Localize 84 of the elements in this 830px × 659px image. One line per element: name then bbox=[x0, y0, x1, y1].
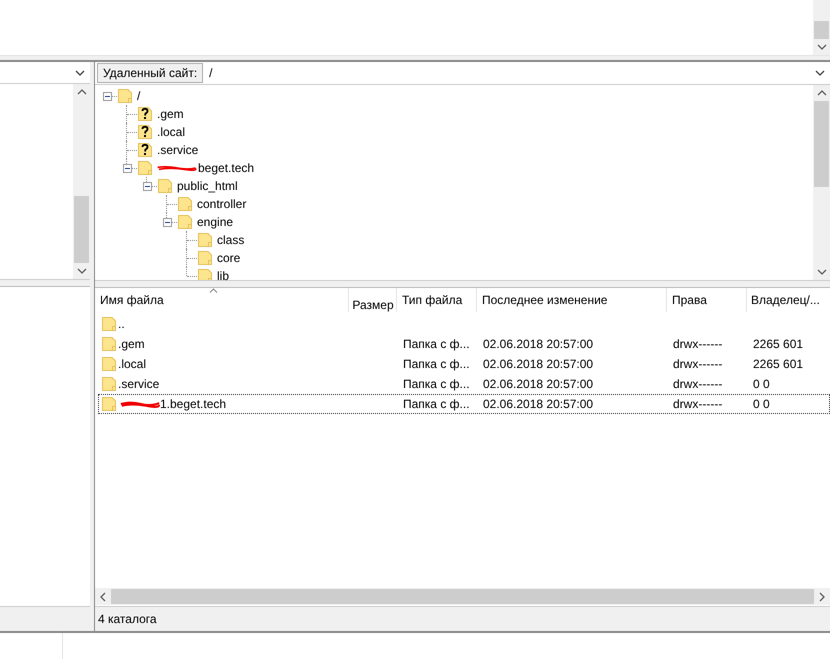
table-cell: 02.06.2018 20:57:00 bbox=[483, 337, 594, 351]
question-folder-icon bbox=[137, 106, 153, 122]
collapse-toggle[interactable] bbox=[142, 182, 152, 190]
collapse-toggle[interactable] bbox=[122, 164, 132, 172]
question-folder-icon bbox=[137, 124, 153, 140]
tree-item[interactable]: controller bbox=[197, 197, 246, 211]
table-cell: 2265 601 bbox=[753, 357, 804, 371]
scroll-down-icon[interactable] bbox=[76, 268, 86, 274]
file-row[interactable]: .service Папка с ф... 02.06.2018 20:57:00 drwx------ 0 0 bbox=[98, 374, 830, 394]
table-cell: Папка с ф... bbox=[403, 397, 470, 411]
table-cell: 02.06.2018 20:57:00 bbox=[483, 397, 594, 411]
scroll-up-icon[interactable] bbox=[76, 89, 86, 95]
folder-icon bbox=[157, 178, 173, 194]
table-cell: 0 0 bbox=[753, 397, 770, 411]
table-cell: Папка с ф... bbox=[403, 377, 470, 391]
tree-item[interactable]: .local bbox=[157, 125, 186, 139]
table-cell: drwx------ bbox=[673, 337, 722, 351]
scrollbar[interactable] bbox=[73, 84, 90, 279]
file-name: 1.beget.tech bbox=[160, 397, 226, 411]
scrollbar[interactable] bbox=[813, 85, 830, 280]
folder-icon bbox=[101, 316, 117, 332]
scrollbar[interactable] bbox=[813, 0, 830, 55]
collapse-toggle[interactable] bbox=[102, 92, 112, 100]
tree-item[interactable]: .service bbox=[157, 143, 198, 157]
scrollbar-thumb[interactable] bbox=[74, 196, 89, 263]
folder-icon bbox=[197, 250, 213, 266]
chevron-icon bbox=[815, 70, 825, 76]
file-name: .local bbox=[118, 357, 146, 371]
chevron-icon bbox=[75, 70, 85, 76]
tree-item[interactable]: class bbox=[217, 233, 244, 247]
table-cell: 02.06.2018 20:57:00 bbox=[483, 357, 594, 371]
tree-item[interactable]: public_html bbox=[177, 179, 238, 193]
tree-item[interactable]: core bbox=[217, 251, 240, 265]
table-cell: 02.06.2018 20:57:00 bbox=[483, 377, 594, 391]
table-cell: drwx------ bbox=[673, 377, 722, 391]
status-text: 4 каталога bbox=[98, 612, 157, 626]
column-header[interactable]: Последнее изменение bbox=[477, 288, 667, 312]
table-cell: 2265 601 bbox=[753, 337, 804, 351]
file-row[interactable]: .. bbox=[98, 314, 830, 334]
collapse-toggle[interactable] bbox=[162, 218, 172, 226]
folder-icon bbox=[101, 356, 117, 372]
sort-ascending-icon bbox=[209, 288, 218, 293]
scrollbar[interactable] bbox=[95, 588, 830, 605]
folder-icon bbox=[117, 88, 133, 104]
file-name: .. bbox=[118, 317, 125, 331]
scroll-right-icon[interactable] bbox=[819, 592, 825, 602]
column-header[interactable]: Владелец/... bbox=[747, 288, 830, 312]
table-cell: drwx------ bbox=[673, 357, 722, 371]
scrollbar-thumb[interactable] bbox=[814, 20, 829, 38]
tree-item[interactable]: .gem bbox=[157, 107, 184, 121]
folder-icon bbox=[101, 336, 117, 352]
folder-icon bbox=[101, 396, 117, 412]
scrollbar-thumb[interactable] bbox=[814, 101, 829, 187]
question-folder-icon bbox=[137, 142, 153, 158]
scroll-left-icon[interactable] bbox=[100, 592, 106, 602]
folder-icon bbox=[101, 376, 117, 392]
table-cell: Папка с ф... bbox=[403, 337, 470, 351]
folder-icon bbox=[197, 268, 213, 280]
file-row[interactable]: .gem Папка с ф... 02.06.2018 20:57:00 drwx------ 2265 601 bbox=[98, 334, 830, 354]
file-name: .gem bbox=[118, 337, 145, 351]
file-name: .service bbox=[118, 377, 160, 391]
folder-icon bbox=[137, 160, 153, 176]
folder-icon bbox=[177, 196, 193, 212]
tree-item[interactable]: engine bbox=[197, 215, 234, 229]
scrollbar-thumb[interactable] bbox=[111, 589, 814, 604]
file-row[interactable]: 1.beget.tech Папка с ф... 02.06.2018 20:57:00 drwx------ 0 0 bbox=[98, 394, 830, 414]
remote-site-label: Удаленный сайт: bbox=[97, 63, 204, 83]
folder-icon bbox=[197, 232, 213, 248]
folder-icon bbox=[177, 214, 193, 230]
tree-item[interactable]: beget.tech bbox=[198, 161, 254, 175]
table-cell: Папка с ф... bbox=[403, 357, 470, 371]
column-header[interactable]: Имя файла bbox=[95, 288, 349, 312]
tree-item[interactable]: lib bbox=[217, 269, 230, 280]
scroll-up-icon[interactable] bbox=[816, 90, 826, 96]
column-header[interactable]: Размер bbox=[349, 288, 397, 312]
file-row[interactable]: .local Папка с ф... 02.06.2018 20:57:00 drwx------ 2265 601 bbox=[98, 354, 830, 374]
column-header[interactable]: Тип файла bbox=[397, 288, 477, 312]
column-header[interactable]: Права bbox=[667, 288, 747, 312]
tree-item[interactable]: / bbox=[137, 89, 140, 103]
scroll-down-icon[interactable] bbox=[816, 44, 826, 50]
scroll-down-icon[interactable] bbox=[816, 269, 826, 275]
remote-path-combo[interactable]: / bbox=[203, 62, 830, 84]
table-cell: 0 0 bbox=[753, 377, 770, 391]
table-cell: drwx------ bbox=[673, 397, 722, 411]
